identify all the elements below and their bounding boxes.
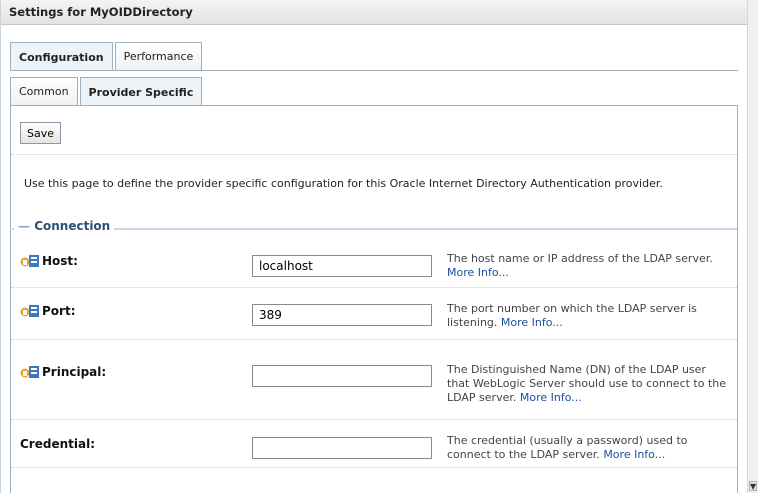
tab-common[interactable]: Common [10,77,78,105]
principal-help: The Distinguished Name (DN) of the LDAP … [447,363,727,404]
host-help: The host name or IP address of the LDAP … [447,252,713,279]
principal-more-info-link[interactable]: More Info... [520,391,582,404]
principal-label: Principal: [20,365,106,379]
host-input[interactable] [252,255,432,277]
port-help: The port number on which the LDAP server… [447,302,697,329]
credential-input[interactable] [252,437,432,459]
principal-input[interactable] [252,365,432,387]
tab-provider-specific[interactable]: Provider Specific [79,77,203,106]
tab-performance[interactable]: Performance [114,42,203,70]
port-input[interactable] [252,304,432,326]
port-label: Port: [20,304,76,318]
divider [11,154,737,155]
section-rule [12,228,737,230]
credential-help: The credential (usually a password) used… [447,434,688,461]
lock-warning-icon [20,365,40,379]
page-description: Use this page to define the provider spe… [24,177,663,190]
main-tabs: Configuration Performance [10,42,204,71]
section-title: Connection [14,219,115,233]
divider [11,419,737,420]
sub-tabs: Common Provider Specific [10,77,204,106]
panel-title: Settings for MyOIDDirectory [1,0,748,25]
lock-warning-icon [20,254,40,268]
content-area: Save Use this page to define the provide… [10,106,738,493]
vertical-scrollbar[interactable]: ▼ [747,0,758,493]
credential-more-info-link[interactable]: More Info... [603,448,665,461]
host-label: Host: [20,254,78,268]
port-more-info-link[interactable]: More Info... [501,316,563,329]
save-button[interactable]: Save [20,122,62,144]
settings-panel: Settings for MyOIDDirectory Configuratio… [0,0,749,493]
scroll-down-icon[interactable]: ▼ [749,481,757,491]
divider [11,339,737,340]
divider [11,287,737,288]
host-more-info-link[interactable]: More Info... [447,266,509,279]
divider [11,467,737,468]
tab-configuration[interactable]: Configuration [10,42,113,71]
tab-divider [10,70,738,71]
lock-warning-icon [20,304,40,318]
credential-label: Credential: [20,437,95,451]
